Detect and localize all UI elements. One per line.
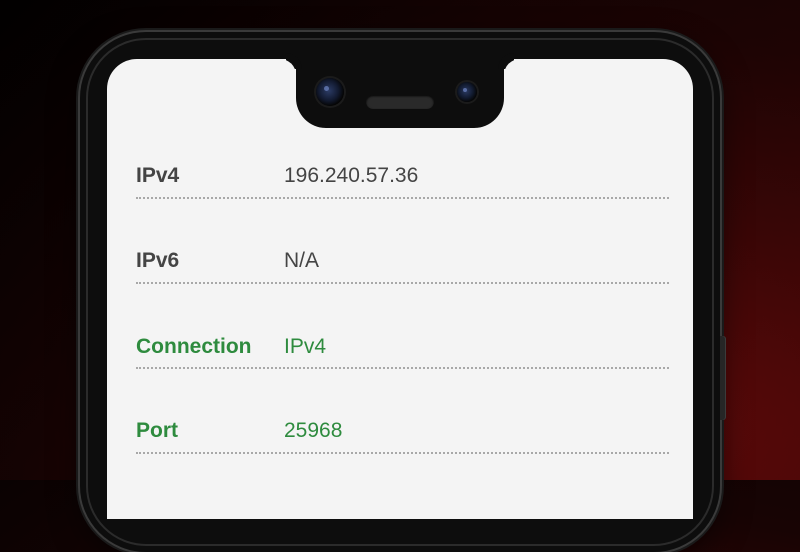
info-value: 25968 — [284, 419, 343, 442]
earpiece-speaker — [366, 95, 434, 109]
connection-info-list: IPv4 196.240.57.36 IPv6 N/A Connection I… — [136, 146, 669, 454]
info-row-port: Port 25968 — [136, 369, 669, 454]
info-value: 196.240.57.36 — [284, 164, 419, 187]
info-label: IPv6 — [136, 249, 180, 272]
info-label: Port — [136, 419, 178, 442]
info-value: IPv4 — [284, 335, 327, 358]
info-row-ipv4: IPv4 196.240.57.36 — [136, 146, 669, 199]
info-row-connection: Connection IPv4 — [136, 284, 669, 369]
info-row-ipv6: IPv6 N/A — [136, 199, 669, 284]
info-label: Connection — [136, 335, 252, 358]
secondary-camera-icon — [457, 82, 477, 102]
phone-side-button — [720, 336, 726, 420]
info-value: N/A — [284, 249, 320, 272]
info-label: IPv4 — [136, 164, 180, 187]
front-camera-icon — [316, 78, 344, 106]
